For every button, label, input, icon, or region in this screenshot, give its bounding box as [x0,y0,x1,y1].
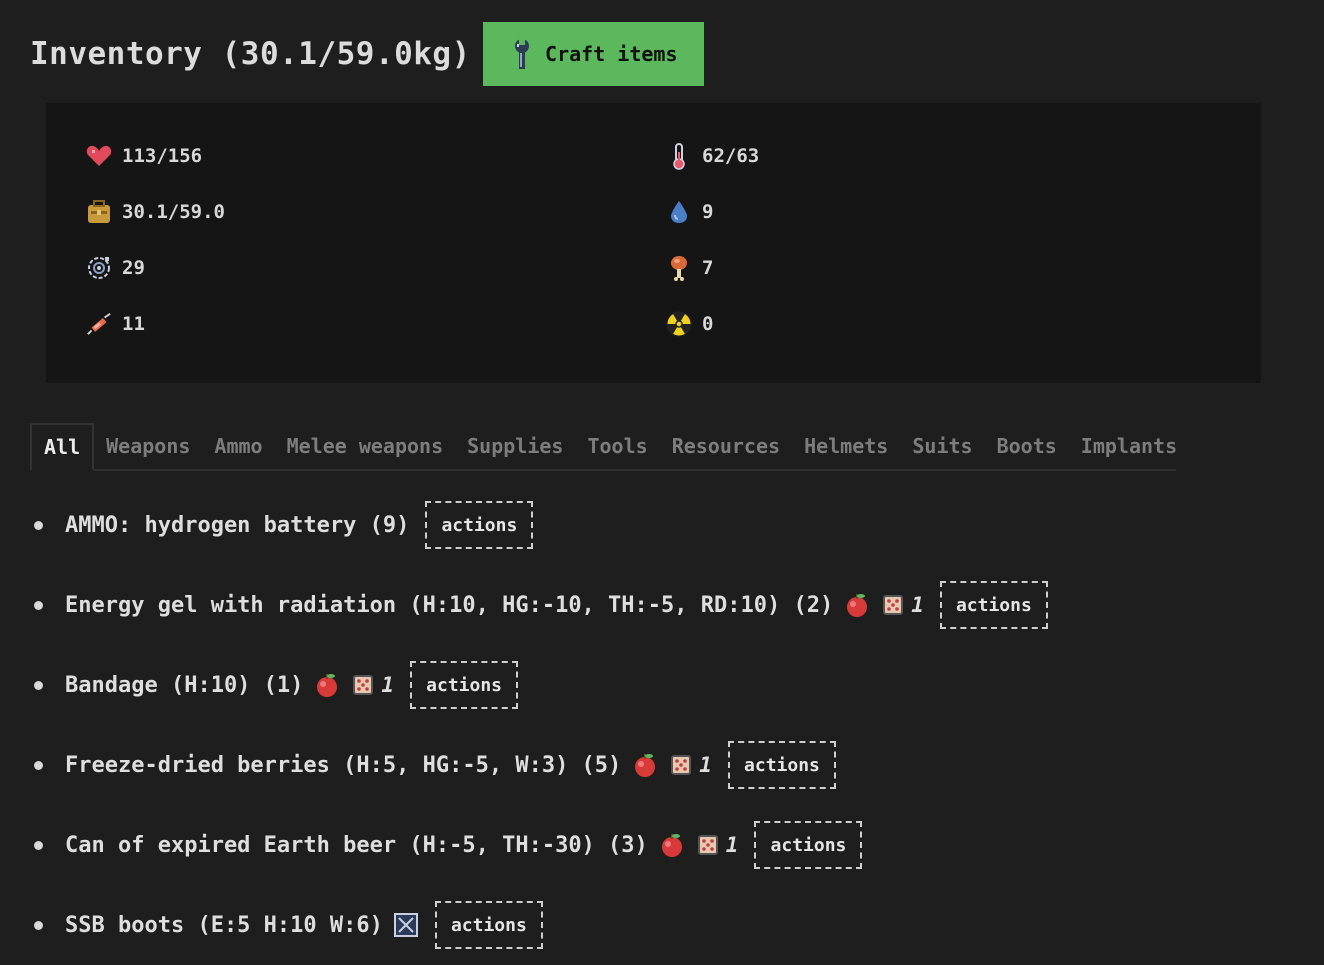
stat-health-value: 113/156 [122,145,203,167]
apple-icon[interactable] [631,751,659,779]
actions-button[interactable]: actions [754,821,863,869]
radiation-icon [666,311,692,337]
category-tabs: All Weapons Ammo Melee weapons Supplies … [30,423,1177,471]
list-item: Can of expired Earth beer (H:-5, TH:-30)… [30,805,1310,885]
thermometer-icon [666,143,692,170]
list-item: Bandage (H:10) (1) 1 actions [30,645,1310,725]
list-item: AMMO: hydrogen battery (9) actions [30,485,1310,565]
stat-xp-value: 11 [122,313,145,335]
equip-icon[interactable] [393,912,419,938]
tab-suits[interactable]: Suits [900,423,984,469]
item-name: Can of expired Earth beer (H:-5, TH:-30)… [65,832,648,858]
stat-water: 9 [666,199,713,225]
item-count: 1 [911,593,924,617]
item-count: 1 [381,673,395,697]
actions-button[interactable]: actions [425,501,534,549]
inventory-list: AMMO: hydrogen battery (9) actions Energ… [30,485,1310,965]
heart-icon [86,143,112,169]
page-title: Inventory (30.1/59.0kg) [30,36,471,72]
bullet [34,840,43,850]
item-name: SSB boots (E:5 H:10 W:6) [65,912,383,938]
tab-boots[interactable]: Boots [985,423,1069,469]
dice-icon[interactable] [669,753,693,777]
drumstick-icon [666,255,692,281]
stat-radiation: 0 [666,311,713,337]
bullet [34,520,43,530]
stats-panel: 113/156 30.1/59.0 29 11 62/63 9 7 0 [46,103,1261,383]
dice-icon[interactable] [881,593,905,617]
apple-icon[interactable] [658,831,686,859]
craft-items-label: Craft items [545,42,678,66]
tab-helmets[interactable]: Helmets [792,423,900,469]
tab-ammo[interactable]: Ammo [202,423,274,469]
wrench-icon [515,39,530,69]
syringe-icon [86,311,112,337]
bullet [34,920,43,930]
stat-hunger: 7 [666,255,713,281]
apple-icon[interactable] [843,591,871,619]
dice-icon[interactable] [351,673,375,697]
tab-weapons[interactable]: Weapons [94,423,202,469]
actions-button[interactable]: actions [727,741,836,789]
item-name: Energy gel with radiation (H:10, HG:-10,… [65,592,834,618]
tab-melee-weapons[interactable]: Melee weapons [275,423,456,469]
tab-tools[interactable]: Tools [575,423,659,469]
tab-all[interactable]: All [30,423,95,471]
list-item: SSB boots (E:5 H:10 W:6) actions [30,885,1310,965]
backpack-icon [86,199,112,225]
stat-health: 113/156 [86,143,202,169]
tab-implants[interactable]: Implants [1069,423,1189,469]
stat-hunger-value: 7 [702,257,714,279]
stat-temperature: 62/63 [666,143,760,170]
bullet [34,760,43,770]
stat-temperature-value: 62/63 [702,145,760,167]
tab-supplies[interactable]: Supplies [455,423,575,469]
item-count: 1 [699,753,712,777]
stat-radiation-resist-value: 29 [122,257,145,279]
actions-button[interactable]: actions [410,661,519,709]
stat-xp: 11 [86,311,145,337]
item-name: Freeze-dried berries (H:5, HG:-5, W:3) (… [65,752,622,778]
stat-radiation-resist: 29 [86,255,145,281]
actions-button[interactable]: actions [939,581,1048,629]
stat-weight-value: 30.1/59.0 [122,201,225,223]
item-name: Bandage (H:10) (1) [65,672,304,698]
actions-button[interactable]: actions [434,901,543,949]
craft-items-button[interactable]: Craft items [482,22,704,86]
list-item: Freeze-dried berries (H:5, HG:-5, W:3) (… [30,725,1310,805]
stat-water-value: 9 [702,201,714,223]
list-item: Energy gel with radiation (H:10, HG:-10,… [30,565,1310,645]
apple-icon[interactable] [313,671,341,699]
tab-resources[interactable]: Resources [660,423,792,469]
item-name: AMMO: hydrogen battery (9) [65,512,410,538]
inventory-header: Inventory (30.1/59.0kg) Craft items [30,22,704,86]
target-icon [86,255,112,281]
stat-weight: 30.1/59.0 [86,199,225,225]
dice-icon[interactable] [696,833,720,857]
bullet [34,680,43,690]
stat-radiation-value: 0 [702,313,714,335]
item-count: 1 [725,833,739,857]
water-drop-icon [666,199,692,225]
bullet [34,600,43,610]
